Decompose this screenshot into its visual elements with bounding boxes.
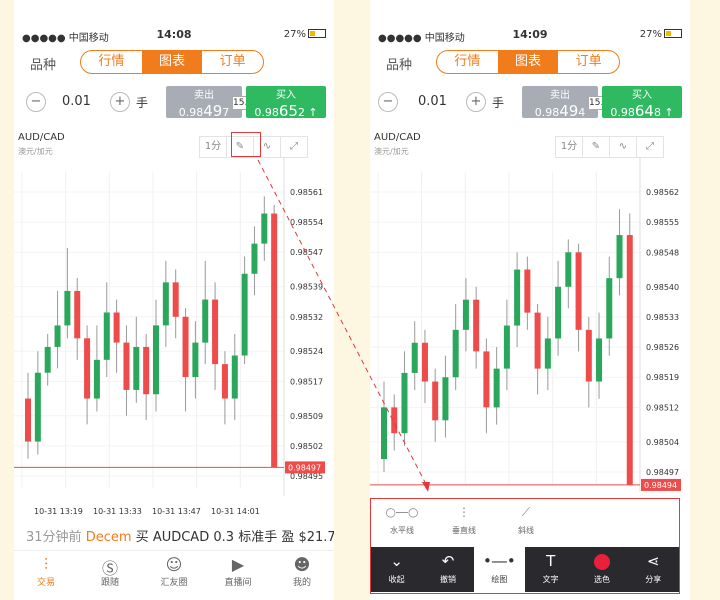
- annotation-arrow: [257, 159, 430, 492]
- arrow-head: [422, 482, 430, 492]
- arrow-line: [257, 159, 429, 489]
